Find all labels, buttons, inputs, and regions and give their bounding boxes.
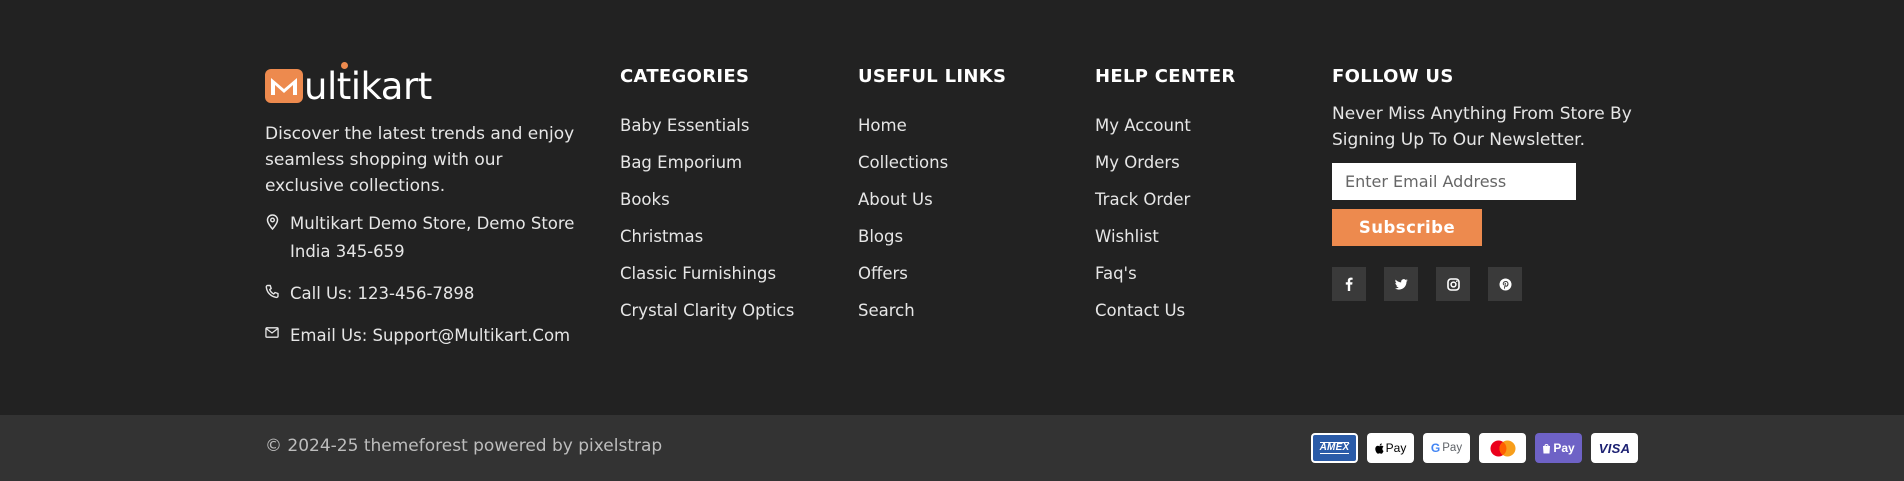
newsletter-email-input[interactable] — [1332, 163, 1576, 200]
pinterest-icon[interactable] — [1488, 267, 1522, 301]
instagram-icon[interactable] — [1436, 267, 1470, 301]
contact-phone: Call Us: 123-456-7898 — [265, 280, 474, 308]
subscribe-button[interactable]: Subscribe — [1332, 209, 1482, 246]
useful-link[interactable]: About Us — [858, 188, 948, 225]
category-link[interactable]: Crystal Clarity Optics — [620, 299, 794, 336]
categories-heading: CATEGORIES — [620, 66, 750, 87]
useful-link[interactable]: Search — [858, 299, 948, 336]
help-link[interactable]: Wishlist — [1095, 225, 1191, 262]
useful-link[interactable]: Offers — [858, 262, 948, 299]
help-link[interactable]: Contact Us — [1095, 299, 1191, 336]
category-link[interactable]: Baby Essentials — [620, 114, 794, 151]
phone-icon — [265, 284, 279, 300]
logo-wordmark: ult ikart — [304, 61, 432, 105]
category-link[interactable]: Bag Emporium — [620, 151, 794, 188]
help-center-heading: HELP CENTER — [1095, 66, 1236, 87]
address-text: Multikart Demo Store, Demo Store India 3… — [290, 214, 575, 261]
help-link[interactable]: Faq's — [1095, 262, 1191, 299]
help-link[interactable]: My Orders — [1095, 151, 1191, 188]
twitter-icon[interactable] — [1384, 267, 1418, 301]
shop-pay-icon: Pay — [1535, 433, 1582, 463]
visa-icon: VISA — [1591, 433, 1638, 463]
useful-links-list: Home Collections About Us Blogs Offers S… — [858, 114, 948, 336]
payment-methods: AMEX Pay G Pay Pay VISA — [1311, 433, 1638, 463]
mail-icon — [265, 326, 279, 342]
category-link[interactable]: Classic Furnishings — [620, 262, 794, 299]
apple-pay-icon: Pay — [1367, 433, 1414, 463]
follow-us-heading: FOLLOW US — [1332, 66, 1454, 87]
useful-links-heading: USEFUL LINKS — [858, 66, 1007, 87]
about-description: Discover the latest trends and enjoy sea… — [265, 124, 575, 196]
help-link[interactable]: My Account — [1095, 114, 1191, 151]
help-link[interactable]: Track Order — [1095, 188, 1191, 225]
social-links — [1332, 267, 1522, 301]
category-link[interactable]: Books — [620, 188, 794, 225]
amex-icon: AMEX — [1311, 433, 1358, 463]
brand-logo[interactable]: ult ikart — [265, 61, 432, 106]
categories-list: Baby Essentials Bag Emporium Books Chris… — [620, 114, 794, 336]
contact-address: Multikart Demo Store, Demo Store India 3… — [265, 210, 585, 266]
email-text[interactable]: Email Us: Support@Multikart.Com — [290, 322, 570, 350]
useful-link[interactable]: Collections — [858, 151, 948, 188]
google-pay-icon: G Pay — [1423, 433, 1470, 463]
useful-link[interactable]: Blogs — [858, 225, 948, 262]
category-link[interactable]: Christmas — [620, 225, 794, 262]
newsletter-text: Never Miss Anything From Store By Signin… — [1332, 104, 1632, 150]
useful-link[interactable]: Home — [858, 114, 948, 151]
copyright-text: © 2024-25 themeforest powered by pixelst… — [265, 436, 663, 456]
footer-main: ult ikart Discover the latest trends and … — [0, 0, 1904, 415]
map-pin-icon — [265, 214, 279, 230]
help-center-list: My Account My Orders Track Order Wishlis… — [1095, 114, 1191, 336]
logo-mark-icon — [265, 69, 303, 103]
phone-text[interactable]: Call Us: 123-456-7898 — [290, 280, 474, 308]
facebook-icon[interactable] — [1332, 267, 1366, 301]
mastercard-icon — [1479, 433, 1526, 463]
contact-email: Email Us: Support@Multikart.Com — [265, 322, 570, 350]
